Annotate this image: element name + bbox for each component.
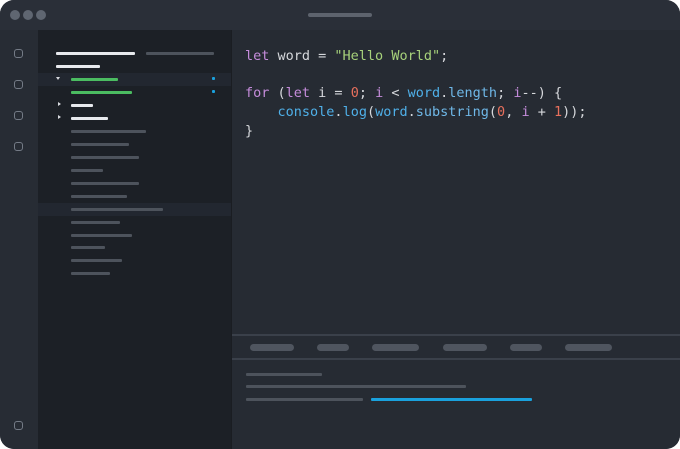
- explorer-section-title[interactable]: [56, 65, 100, 68]
- tree-file[interactable]: [71, 143, 129, 146]
- window-title-placeholder: [308, 13, 372, 17]
- code-line[interactable]: }: [245, 122, 253, 140]
- settings-icon[interactable]: [14, 421, 23, 430]
- code-token: word: [407, 85, 441, 101]
- tree-file-added[interactable]: [71, 91, 132, 94]
- code-line[interactable]: for (let i = 0; i < word.length; i--) {: [245, 84, 562, 102]
- code-token: i: [375, 85, 384, 101]
- panel-output-line: [246, 385, 466, 388]
- code-token: for: [245, 85, 270, 101]
- code-token: i =: [310, 85, 351, 101]
- code-token: word =: [269, 48, 335, 64]
- code-token: ;: [358, 85, 376, 101]
- code-token: .: [334, 104, 343, 120]
- panel-tabs-divider: [232, 358, 680, 360]
- panel-output-line: [246, 398, 363, 401]
- tree-file[interactable]: [71, 208, 163, 211]
- panel-tab[interactable]: [250, 344, 294, 351]
- tree-file[interactable]: [71, 246, 105, 249]
- tree-folder[interactable]: [71, 104, 93, 107]
- tree-file[interactable]: [71, 182, 139, 185]
- modified-indicator: [212, 90, 215, 93]
- code-token: let: [245, 48, 270, 64]
- panel-tab[interactable]: [443, 344, 487, 351]
- chevron-right-icon[interactable]: [58, 115, 61, 119]
- code-token: ;: [497, 85, 514, 101]
- explorer-header-title: [56, 52, 135, 55]
- chevron-down-icon[interactable]: [56, 77, 60, 80]
- explorer-sidebar: [38, 30, 231, 449]
- code-token: 1: [553, 104, 563, 120]
- search-icon[interactable]: [14, 80, 23, 89]
- tree-file[interactable]: [71, 169, 103, 172]
- code-token: <: [383, 85, 408, 101]
- panel-tab[interactable]: [510, 344, 542, 351]
- extensions-icon[interactable]: [14, 142, 23, 151]
- code-token: (: [269, 85, 286, 101]
- code-token: ));: [562, 104, 587, 120]
- bottom-panel: [232, 334, 680, 449]
- chevron-right-icon[interactable]: [58, 102, 61, 106]
- panel-tab[interactable]: [317, 344, 349, 351]
- explorer-icon[interactable]: [14, 49, 23, 58]
- panel-tab[interactable]: [565, 344, 612, 351]
- code-token: log: [342, 104, 367, 120]
- explorer-row-active[interactable]: [38, 73, 231, 86]
- explorer-header-actions[interactable]: [146, 52, 214, 55]
- code-token: "Hello World": [334, 48, 441, 64]
- code-line[interactable]: let word = "Hello World";: [245, 47, 448, 65]
- tree-folder-added[interactable]: [71, 78, 118, 81]
- panel-output-line: [246, 373, 322, 376]
- code-token: .: [407, 104, 416, 120]
- code-token: (: [488, 104, 498, 120]
- window-minimize-dot[interactable]: [23, 10, 33, 20]
- code-editor[interactable]: [232, 30, 680, 334]
- code-token: word: [375, 104, 408, 120]
- tree-file[interactable]: [71, 130, 146, 133]
- tree-file[interactable]: [71, 221, 120, 224]
- code-token: console: [277, 104, 335, 120]
- tree-file[interactable]: [71, 156, 139, 159]
- code-token: +: [529, 104, 554, 120]
- code-token: --) {: [521, 85, 563, 101]
- tree-folder[interactable]: [71, 117, 108, 120]
- code-token: 0: [497, 104, 506, 120]
- source-control-icon[interactable]: [14, 111, 23, 120]
- code-token: let: [285, 85, 311, 101]
- panel-tab[interactable]: [372, 344, 419, 351]
- code-token: (: [366, 104, 376, 120]
- code-editor-window: let word = "Hello World"; for (let i = 0;…: [0, 0, 680, 449]
- window-close-dot[interactable]: [10, 10, 20, 20]
- modified-indicator: [212, 77, 215, 80]
- code-token: ,: [505, 104, 522, 120]
- code-token: 0: [350, 85, 359, 101]
- title-bar: [0, 0, 680, 30]
- tree-file[interactable]: [71, 234, 132, 237]
- window-zoom-dot[interactable]: [36, 10, 46, 20]
- code-token: ;: [440, 48, 449, 64]
- code-token: length: [448, 85, 498, 101]
- tree-file[interactable]: [71, 259, 122, 262]
- code-token: i: [521, 104, 530, 120]
- code-line[interactable]: console.log(word.substring(0, i + 1));: [245, 103, 587, 121]
- code-token: substring: [415, 104, 489, 120]
- tree-file[interactable]: [71, 272, 110, 275]
- panel-progress-bar: [371, 398, 532, 401]
- tree-file[interactable]: [71, 195, 127, 198]
- activity-bar: [0, 30, 38, 449]
- code-token: }: [245, 123, 254, 139]
